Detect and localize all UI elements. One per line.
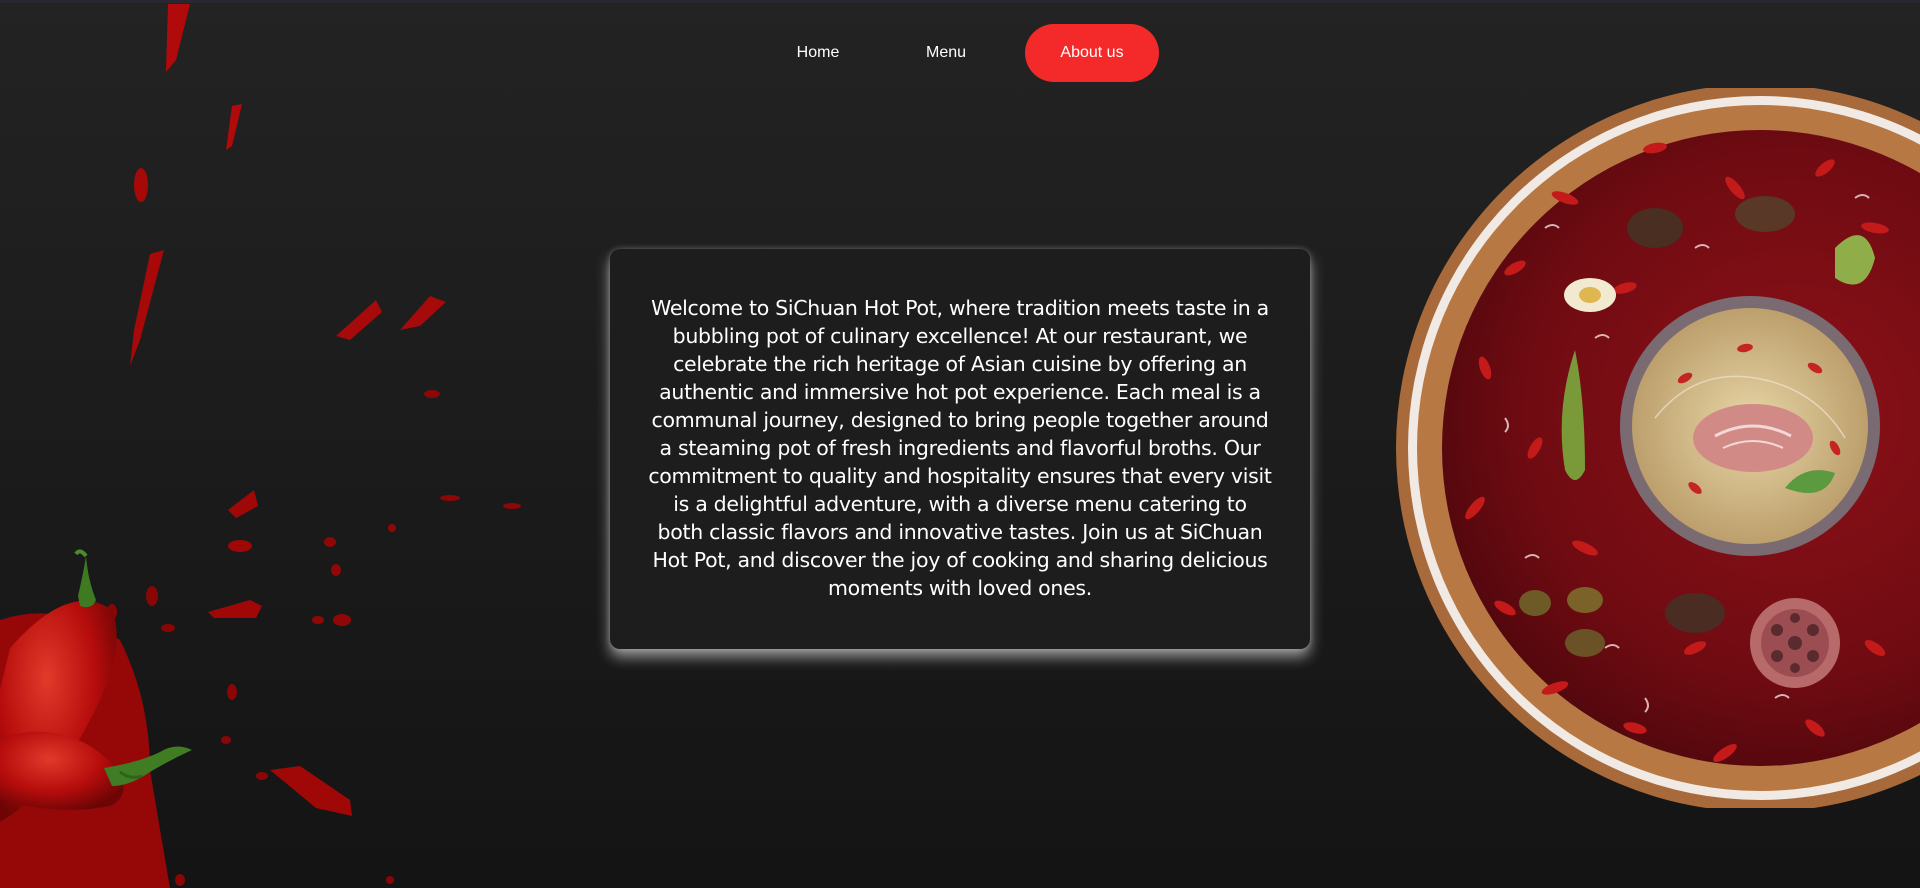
nav-menu-link[interactable]: Menu xyxy=(876,24,1016,82)
nav-home-link[interactable]: Home xyxy=(760,24,876,82)
nav-about-us-link[interactable]: About us xyxy=(1025,24,1159,82)
about-description: Welcome to SiChuan Hot Pot, where tradit… xyxy=(648,296,1272,600)
about-card: Welcome to SiChuan Hot Pot, where tradit… xyxy=(610,249,1310,649)
hot-pot-image xyxy=(1396,88,1920,808)
main-nav: Home Menu About us xyxy=(760,24,1159,82)
chili-splash-image xyxy=(0,4,521,888)
about-page: Home Menu About us Welcome to SiChuan Ho… xyxy=(0,0,1920,888)
